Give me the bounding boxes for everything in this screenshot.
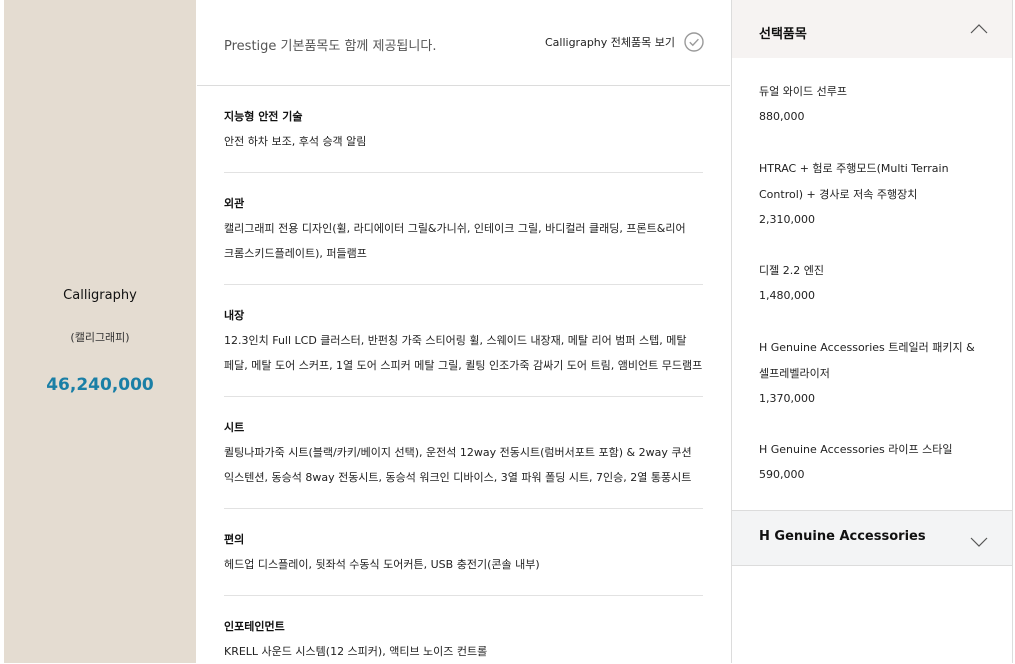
option-item-diesel-engine: 디젤 2.2 엔진 1,480,000 [759,258,989,308]
option-name: 디젤 2.2 엔진 [759,264,824,277]
spec-line: KRELL 사운드 시스템(12 스피커), 액티브 노이즈 컨트롤 [224,645,488,658]
spec-line: 안전 하차 보조, 후석 승객 알림 [224,135,367,148]
option-item-sunroof: 듀얼 와이드 선루프 880,000 [759,79,989,129]
spec-line: 퀼팅나파가죽 시트(블랙/카키/베이지 선택), 운전석 12way 전동시트(… [224,446,692,459]
check-circle-icon [684,32,704,52]
trim-summary-panel: Calligraphy (캘리그래피) 46,240,000 [4,0,196,663]
option-name: H Genuine Accessories 트레일러 패키지 & [759,341,975,354]
option-item-lifestyle: H Genuine Accessories 라이프 스타일 590,000 [759,437,989,487]
options-sidebar: 선택품목 듀얼 와이드 선루프 880,000 HTRAC + 험로 주행모드(… [731,0,1013,663]
view-all-items-link[interactable]: Calligraphy 전체품목 보기 [545,32,704,52]
option-item-htrac: HTRAC + 험로 주행모드(Multi Terrain Control) +… [759,156,989,232]
chevron-up-icon[interactable] [970,24,988,34]
option-price: 1,480,000 [759,289,815,302]
selected-options-header[interactable]: 선택품목 [732,0,1012,58]
accessories-title: H Genuine Accessories [759,529,926,544]
divider [224,284,703,285]
spec-line: 헤드업 디스플레이, 뒷좌석 수동식 도어커튼, USB 충전기(콘솔 내부) [224,558,540,571]
divider [224,172,703,173]
notice-text: Prestige 기본품목도 함께 제공됩니다. [224,39,437,54]
option-price: 880,000 [759,110,805,123]
chevron-down-icon[interactable] [970,537,988,547]
divider [224,595,703,596]
trim-name: Calligraphy [63,288,137,303]
option-item-trailer-package: H Genuine Accessories 트레일러 패키지 & 셀프레벨라이저… [759,335,989,411]
spec-title: 인포테인먼트 [224,620,285,633]
spec-title: 시트 [224,421,245,434]
accessories-header[interactable]: H Genuine Accessories [732,510,1012,566]
trim-spec-list: Prestige 기본품목도 함께 제공됩니다. Calligraphy 전체품… [197,0,730,663]
option-name: Control) + 경사로 저속 주행장치 [759,188,918,201]
spec-text: 퀼팅나파가죽 시트(블랙/카키/베이지 선택), 운전석 12way 전동시트(… [224,440,703,490]
view-all-items-label: Calligraphy 전체품목 보기 [544,36,675,49]
trim-subtitle: (캘리그래피) [70,331,130,344]
spec-text: 12.3인치 Full LCD 클러스터, 반펀칭 가죽 스티어링 휠, 스웨이… [224,328,703,378]
spec-text: 안전 하차 보조, 후석 승객 알림 [224,129,703,154]
spec-title: 외관 [224,197,245,210]
option-name: 셀프레벨라이저 [759,367,830,380]
spec-text: 헤드업 디스플레이, 뒷좌석 수동식 도어커튼, USB 충전기(콘솔 내부) [224,552,703,577]
spec-line: 캘리그래피 전용 디자인(휠, 라디에이터 그릴&가니쉬, 인테이크 그릴, 바… [224,222,686,235]
spec-line: 페달, 메탈 도어 스커프, 1열 도어 스피커 메탈 그릴, 퀼팅 인조가죽 … [224,359,703,372]
spec-line: 익스텐션, 동승석 8way 전동시트, 동승석 워크인 디바이스, 3열 파워… [224,471,692,484]
notice-bar: Prestige 기본품목도 함께 제공됩니다. Calligraphy 전체품… [197,0,730,86]
spec-line: 크롬스키드플레이트), 퍼들램프 [224,247,367,260]
trim-price: 46,240,000 [46,375,154,395]
spec-title: 지능형 안전 기술 [224,110,303,123]
spec-title: 내장 [224,309,245,322]
spec-text: 캘리그래피 전용 디자인(휠, 라디에이터 그릴&가니쉬, 인테이크 그릴, 바… [224,216,703,266]
option-price: 2,310,000 [759,213,815,226]
spec-line: 12.3인치 Full LCD 클러스터, 반펀칭 가죽 스티어링 휠, 스웨이… [224,334,687,347]
divider [224,396,703,397]
option-price: 1,370,000 [759,392,815,405]
option-name: H Genuine Accessories 라이프 스타일 [759,443,953,456]
spec-text: KRELL 사운드 시스템(12 스피커), 액티브 노이즈 컨트롤 [224,639,703,664]
selected-options-title: 선택품목 [759,27,807,42]
option-name: HTRAC + 험로 주행모드(Multi Terrain [759,162,949,175]
option-name: 듀얼 와이드 선루프 [759,85,847,98]
option-price: 590,000 [759,468,805,481]
divider [224,508,703,509]
spec-title: 편의 [224,533,245,546]
